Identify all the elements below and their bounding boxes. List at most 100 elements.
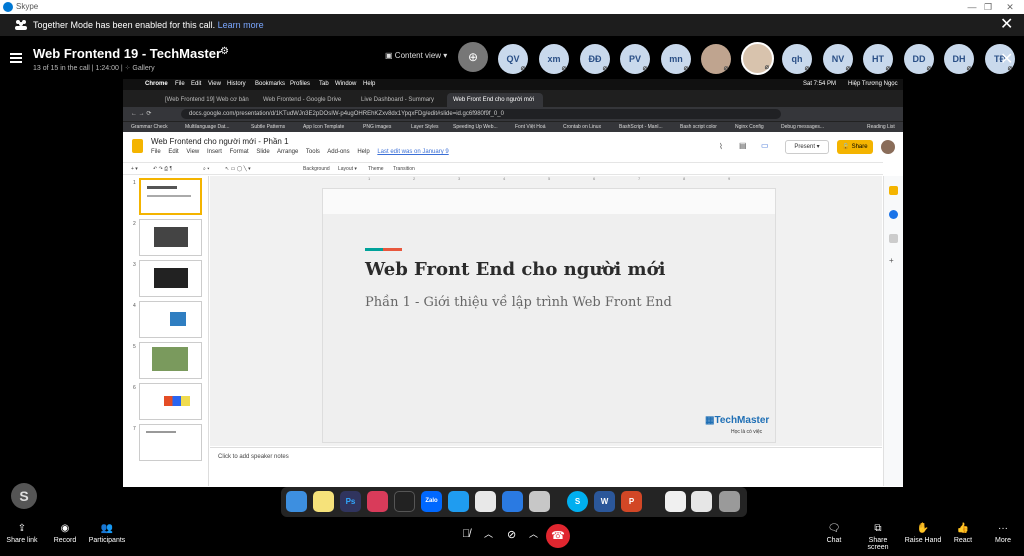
word-icon[interactable]: W — [594, 491, 615, 512]
calendar-icon[interactable] — [889, 234, 898, 243]
slide-title[interactable]: Web Front End cho người mới — [365, 259, 665, 280]
record-button[interactable]: ◉ Record — [47, 523, 83, 544]
document-icon[interactable] — [665, 491, 686, 512]
lips-app-icon[interactable] — [367, 491, 388, 512]
menu-item[interactable]: Window — [335, 79, 356, 90]
share-button[interactable]: 🔒 Share — [837, 140, 873, 154]
slide-thumbnail[interactable] — [139, 260, 202, 297]
hamburger-menu-icon[interactable] — [10, 53, 22, 63]
terminal-icon[interactable] — [394, 491, 415, 512]
close-call-view-icon[interactable]: ✕ — [1000, 49, 1013, 69]
zoom-icon[interactable]: ⌕ ▾ — [203, 163, 209, 175]
finder-icon[interactable] — [286, 491, 307, 512]
comments-icon[interactable]: ▤ — [739, 141, 747, 150]
user-avatar[interactable] — [881, 140, 895, 154]
browser-tab[interactable]: Web Frontend - Google Drive — [257, 93, 353, 107]
participants-button[interactable]: 👥 Participants — [88, 523, 126, 544]
content-view-dropdown[interactable]: ▣ Content view ▾ — [385, 51, 447, 60]
menu-item[interactable]: Chrome — [145, 79, 168, 90]
theme-button[interactable]: Theme — [368, 163, 384, 175]
share-screen-button[interactable]: ⧉ Share screen — [858, 523, 898, 551]
menu-item[interactable]: Bookmarks — [255, 79, 285, 90]
menu-tools[interactable]: Tools — [306, 149, 320, 155]
close-window-icon[interactable]: ✕ — [1003, 0, 1017, 14]
participant-avatar[interactable]: DH ⌀ — [944, 44, 974, 74]
skype-floating-icon[interactable]: S — [11, 483, 37, 509]
tasks-icon[interactable] — [889, 210, 898, 219]
slide-thumbnail[interactable] — [139, 178, 202, 215]
notes-icon[interactable] — [313, 491, 334, 512]
menu-format[interactable]: Format — [230, 149, 249, 155]
mic-muted-icon[interactable]: 🎙̸ — [462, 528, 470, 540]
close-notice-icon[interactable]: ✕ — [1000, 14, 1013, 36]
menu-item[interactable]: Edit — [191, 79, 201, 90]
chat-button[interactable]: 🗨 Chat — [820, 523, 848, 544]
menu-item[interactable]: Help — [363, 79, 375, 90]
background-button[interactable]: Background — [303, 163, 330, 175]
present-button[interactable]: Present ▾ — [785, 140, 829, 154]
more-button[interactable]: ··· More — [990, 523, 1016, 544]
hang-up-button[interactable]: ☎ — [546, 524, 570, 548]
maximize-icon[interactable]: ❐ — [981, 0, 995, 14]
add-addon-icon[interactable]: + — [889, 256, 898, 265]
meet-icon[interactable]: ▭ — [761, 141, 769, 150]
chrome-icon[interactable] — [475, 491, 496, 512]
browser-tab-active[interactable]: Web Front End cho người mới — [447, 93, 543, 107]
new-slide-icon[interactable]: + ▾ — [131, 163, 138, 175]
app-icon[interactable] — [502, 491, 523, 512]
participant-avatar[interactable]: QV ⌀ — [498, 44, 528, 74]
preview-icon[interactable] — [529, 491, 550, 512]
minimize-icon[interactable]: — — [965, 0, 979, 14]
slide-thumbnail[interactable] — [139, 342, 202, 379]
add-participant-button[interactable]: ⊕ — [458, 42, 488, 72]
react-button[interactable]: 👍 React — [950, 523, 976, 544]
menu-item[interactable]: Tab — [319, 79, 329, 90]
participant-avatar[interactable]: NV ⌀ — [823, 44, 853, 74]
participant-avatar[interactable]: ĐĐ ⌀ — [580, 44, 610, 74]
layout-button[interactable]: Layout ▾ — [338, 163, 357, 175]
zalo-icon[interactable]: Zalo — [421, 491, 442, 512]
active-speaker-photo-avatar[interactable]: ⌀ — [741, 42, 774, 75]
raise-hand-button[interactable]: ✋ Raise Hand — [904, 523, 942, 544]
activity-icon[interactable]: ⌇ — [719, 142, 723, 151]
slide-thumbnail[interactable] — [139, 424, 202, 461]
camera-off-icon[interactable]: ⊘ — [507, 528, 516, 541]
participant-avatar[interactable]: PV ⌀ — [620, 44, 650, 74]
menu-insert[interactable]: Insert — [207, 149, 222, 155]
vscode-icon[interactable] — [448, 491, 469, 512]
document-title[interactable]: Web Frontend cho người mới - Phần 1 — [151, 137, 289, 146]
menu-item[interactable]: Profiles — [290, 79, 310, 90]
share-link-button[interactable]: ⇪ Share link — [4, 523, 40, 544]
current-slide[interactable]: Web Front End cho người mới Phần 1 - Giớ… — [322, 188, 776, 443]
slide-subtitle[interactable]: Phần 1 - Giới thiệu về lập trình Web Fro… — [365, 295, 672, 310]
slide-thumbnail[interactable] — [139, 301, 202, 338]
menu-item[interactable]: File — [175, 79, 185, 90]
browser-tab[interactable]: Live Dashboard - Summary — [355, 93, 451, 107]
camera-options-chevron-icon[interactable]: ︿ — [529, 527, 538, 540]
trash-icon[interactable] — [719, 491, 740, 512]
participant-avatar[interactable]: xm ⌀ — [539, 44, 569, 74]
mic-options-chevron-icon[interactable]: ︿ — [484, 527, 493, 540]
participant-avatar[interactable]: qh ⌀ — [782, 44, 812, 74]
menu-item[interactable]: View — [208, 79, 221, 90]
menu-slide[interactable]: Slide — [256, 149, 269, 155]
select-tool-icon[interactable]: ↖ ▭ ◯ ╲ ▾ — [225, 163, 251, 175]
slide-thumbnail[interactable] — [139, 219, 202, 256]
menu-addons[interactable]: Add-ons — [327, 149, 349, 155]
learn-more-link[interactable]: Learn more — [218, 20, 264, 30]
slide-thumbnail[interactable] — [139, 383, 202, 420]
photoshop-icon[interactable]: Ps — [340, 491, 361, 512]
last-edit-link[interactable]: Last edit was on January 9 — [377, 149, 448, 155]
undo-redo-icon[interactable]: ↶ ↷ ⎙ ¶ — [153, 163, 172, 175]
menu-edit[interactable]: Edit — [168, 149, 178, 155]
url-field[interactable]: docs.google.com/presentation/d/1KTudWJn3… — [181, 109, 781, 119]
participant-photo-avatar[interactable]: ⌀ — [701, 44, 731, 74]
menu-arrange[interactable]: Arrange — [277, 149, 298, 155]
participant-avatar[interactable]: DD ⌀ — [904, 44, 934, 74]
menu-item[interactable]: History — [227, 79, 246, 90]
browser-tab[interactable]: [Web Frontend 19] Web cơ bản — [159, 93, 255, 107]
settings-gear-icon[interactable]: ⚙ — [220, 46, 229, 57]
menu-view[interactable]: View — [186, 149, 199, 155]
participant-avatar[interactable]: HT ⌀ — [863, 44, 893, 74]
keep-icon[interactable] — [889, 186, 898, 195]
